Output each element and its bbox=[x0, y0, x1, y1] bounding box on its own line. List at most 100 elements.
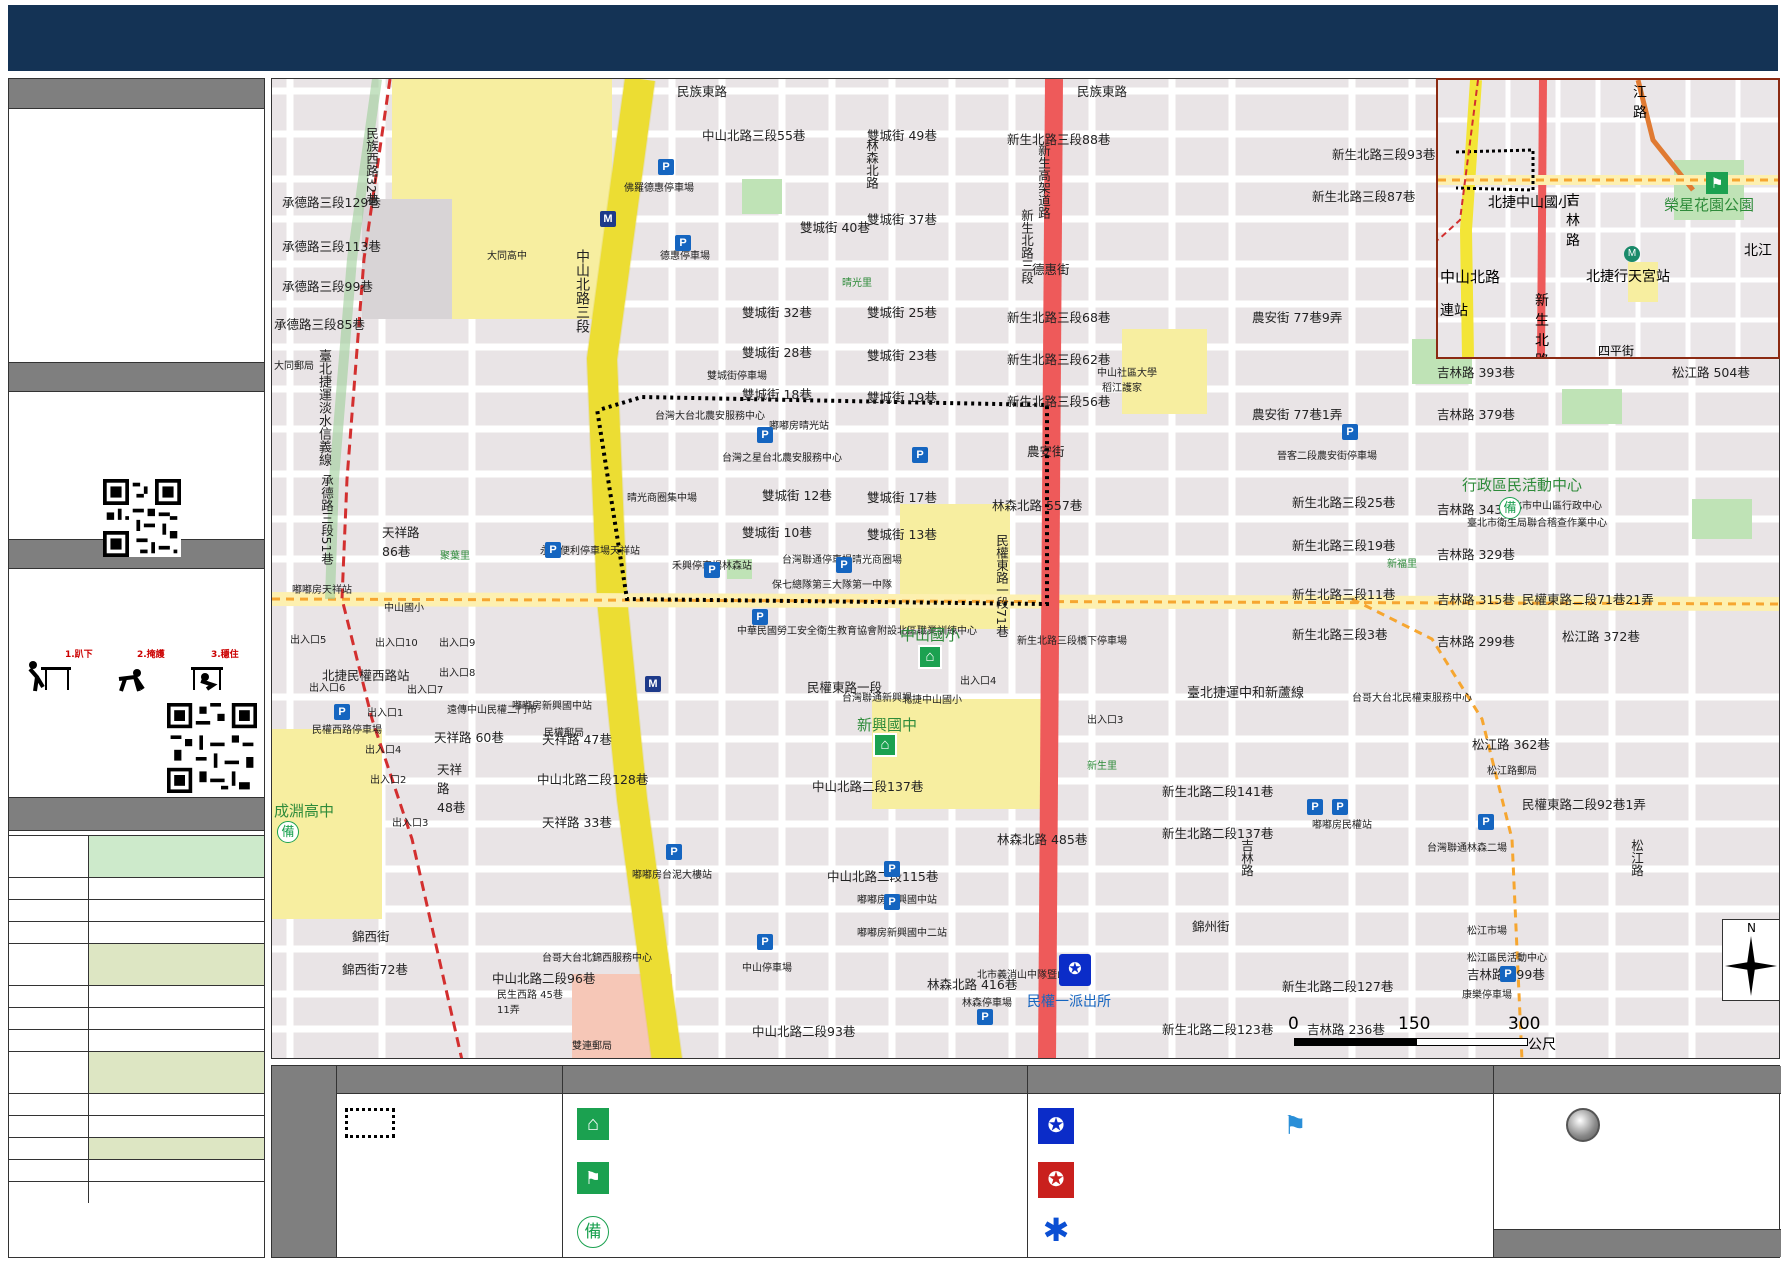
poi-label: 大同郵局 bbox=[274, 361, 314, 372]
parking-icon[interactable]: P bbox=[884, 894, 900, 910]
parking-icon[interactable]: P bbox=[704, 562, 720, 578]
shelter-label: 中山國小 bbox=[900, 626, 961, 644]
street-label: 天祥路 60巷 bbox=[434, 730, 504, 745]
table-cell-label bbox=[9, 922, 89, 943]
parking-icon[interactable]: P bbox=[752, 609, 768, 625]
street-label: 天祥路 48巷 bbox=[437, 762, 466, 815]
parking-icon[interactable]: P bbox=[334, 704, 350, 720]
street-label: 新生北路二段137巷 bbox=[1162, 826, 1274, 841]
parking-icon[interactable]: P bbox=[666, 844, 682, 860]
table-cell-label bbox=[9, 900, 89, 921]
parking-icon[interactable]: P bbox=[1332, 799, 1348, 815]
metro-exit-label: 出入口3 bbox=[392, 818, 429, 829]
inset-label: 北捷行天宮站 bbox=[1586, 269, 1670, 285]
metro-station-icon[interactable]: M bbox=[600, 211, 616, 227]
metro-station-icon[interactable]: M bbox=[645, 676, 661, 692]
street-label: 雙城街 23巷 bbox=[867, 348, 937, 363]
parking-icon[interactable]: P bbox=[836, 557, 852, 573]
poi-label: 雙連郵局 bbox=[572, 1041, 612, 1052]
poi-label: 中山國小 bbox=[384, 603, 424, 614]
street-label: 民權東路二段92巷1弄 bbox=[1522, 797, 1646, 812]
table-row bbox=[9, 1181, 264, 1203]
street-label: 中山北路二段115巷 bbox=[827, 869, 939, 884]
parking-icon[interactable]: P bbox=[1478, 814, 1494, 830]
police-station-icon[interactable]: ✪ bbox=[1059, 954, 1091, 986]
street-label: 承德路三段85巷 bbox=[274, 317, 365, 332]
shelter-icon[interactable]: ⌂ bbox=[873, 733, 897, 757]
poi-label: 中山停車場 bbox=[742, 963, 792, 974]
street-label: 雙城街 12巷 bbox=[762, 488, 832, 503]
street-label: 中山北路二段96巷 bbox=[492, 971, 596, 986]
parking-icon[interactable]: P bbox=[545, 542, 561, 558]
street-label: 新生北路三段11巷 bbox=[1292, 587, 1396, 602]
poi-label: 民權一派出所 bbox=[1027, 994, 1111, 1010]
parking-icon[interactable]: P bbox=[757, 934, 773, 950]
inset-label: 北捷中山國小 bbox=[1488, 195, 1572, 211]
poi-label: 臺北市衛生局聯合稽查作業中心 bbox=[1467, 518, 1607, 529]
inset-label: 北江 bbox=[1744, 243, 1772, 259]
qr-code-icon[interactable] bbox=[103, 479, 181, 557]
standby-shelter-icon: 備 bbox=[577, 1216, 609, 1248]
street-label: 雙城街 25巷 bbox=[867, 305, 937, 320]
poi-label: 稻江護家 bbox=[1102, 383, 1142, 394]
street-label: 民族東路 bbox=[1077, 84, 1128, 99]
legend-col-shelter: ⌂ ⚑ 備 bbox=[562, 1066, 1027, 1257]
poi-label: 嘟嘟房新興國中二站 bbox=[857, 928, 947, 939]
poi-label: 台灣聯通新興場 bbox=[842, 693, 912, 704]
table-row bbox=[9, 1159, 264, 1181]
scale-unit: 公尺 bbox=[1528, 1037, 1556, 1053]
crawl-icon: 2.掩護 bbox=[107, 647, 177, 693]
poi-label: 民生西路 45巷11弄 bbox=[497, 990, 563, 1016]
medical-icon: ✱ bbox=[1042, 1212, 1070, 1248]
metro-station-icon[interactable]: M bbox=[1624, 246, 1640, 262]
street-label: 民權東路二段71巷21弄 bbox=[1522, 592, 1654, 607]
park-evacuation-icon[interactable]: ⚑ bbox=[1706, 172, 1728, 194]
poi-label: 嘟嘟房台泥大樓站 bbox=[632, 870, 712, 881]
street-label: 松江路 504巷 bbox=[1672, 365, 1750, 380]
street-label: 民權東路一段71巷 bbox=[994, 534, 1009, 638]
street-label: 松江路 bbox=[1629, 839, 1644, 877]
parking-icon[interactable]: P bbox=[1307, 799, 1323, 815]
street-label: 雙城街 19巷 bbox=[867, 390, 937, 405]
inset-map[interactable]: 北捷中山國小 吉林路 榮星花園公園 中山北路 北捷行天宮站 新生北路 江路 北江… bbox=[1436, 78, 1780, 359]
street-label: 新生北路三段93巷 bbox=[1332, 147, 1436, 162]
poi-label: 台灣聯通林森二場 bbox=[1427, 843, 1507, 854]
inset-label: 中山北路 bbox=[1440, 268, 1501, 286]
poi-label: 遠傳中山民權二門市 bbox=[447, 705, 537, 716]
table-row bbox=[9, 877, 264, 899]
metro-line-label: 臺北捷運淡水信義線 bbox=[316, 349, 331, 466]
table-cell-value bbox=[89, 922, 264, 943]
parking-icon[interactable]: P bbox=[884, 861, 900, 877]
standby-shelter-icon[interactable]: 備 bbox=[1499, 497, 1521, 519]
fire-station-icon: ✪ bbox=[1038, 1162, 1074, 1198]
street-label: 新生北路三段62巷 bbox=[1007, 352, 1111, 367]
poi-label: 佛羅德惠停車場 bbox=[624, 183, 694, 194]
poi-label: 中山社區大學 bbox=[1097, 368, 1157, 379]
parking-icon[interactable]: P bbox=[912, 447, 928, 463]
shelter-icon[interactable]: ⌂ bbox=[918, 645, 942, 669]
street-label: 雙城街 18巷 bbox=[742, 387, 812, 402]
table-cell-label bbox=[9, 836, 89, 877]
poi-label: 台哥大台北錦西服務中心 bbox=[542, 953, 652, 964]
table-row bbox=[9, 921, 264, 943]
parking-icon[interactable]: P bbox=[658, 159, 674, 175]
parking-icon[interactable]: P bbox=[1500, 966, 1516, 982]
shelter-icon: ⌂ bbox=[577, 1108, 609, 1140]
table-cell-label bbox=[9, 944, 89, 985]
parking-icon[interactable]: P bbox=[1342, 424, 1358, 440]
poi-label: 聚葉里 bbox=[440, 551, 470, 562]
parking-icon[interactable]: P bbox=[675, 235, 691, 251]
info-panel: 1.趴下 2.掩護 3.穩住 bbox=[8, 78, 265, 1258]
standby-shelter-icon[interactable]: 備 bbox=[277, 821, 299, 843]
street-label: 天祥路 33巷 bbox=[542, 815, 612, 830]
street-label: 吉林路 329巷 bbox=[1437, 547, 1515, 562]
action-label: 1.趴下 bbox=[65, 650, 93, 660]
table-cell-value bbox=[89, 1138, 264, 1159]
poi-label: 松江市場 bbox=[1467, 926, 1507, 937]
metro-exit-label: 出入口10 bbox=[375, 638, 418, 649]
parking-icon[interactable]: P bbox=[757, 427, 773, 443]
hold-on-icon: 3.穩住 bbox=[185, 647, 255, 693]
qr-code-icon[interactable] bbox=[167, 703, 257, 793]
parking-icon[interactable]: P bbox=[977, 1009, 993, 1025]
table-cell-label bbox=[9, 1160, 89, 1181]
